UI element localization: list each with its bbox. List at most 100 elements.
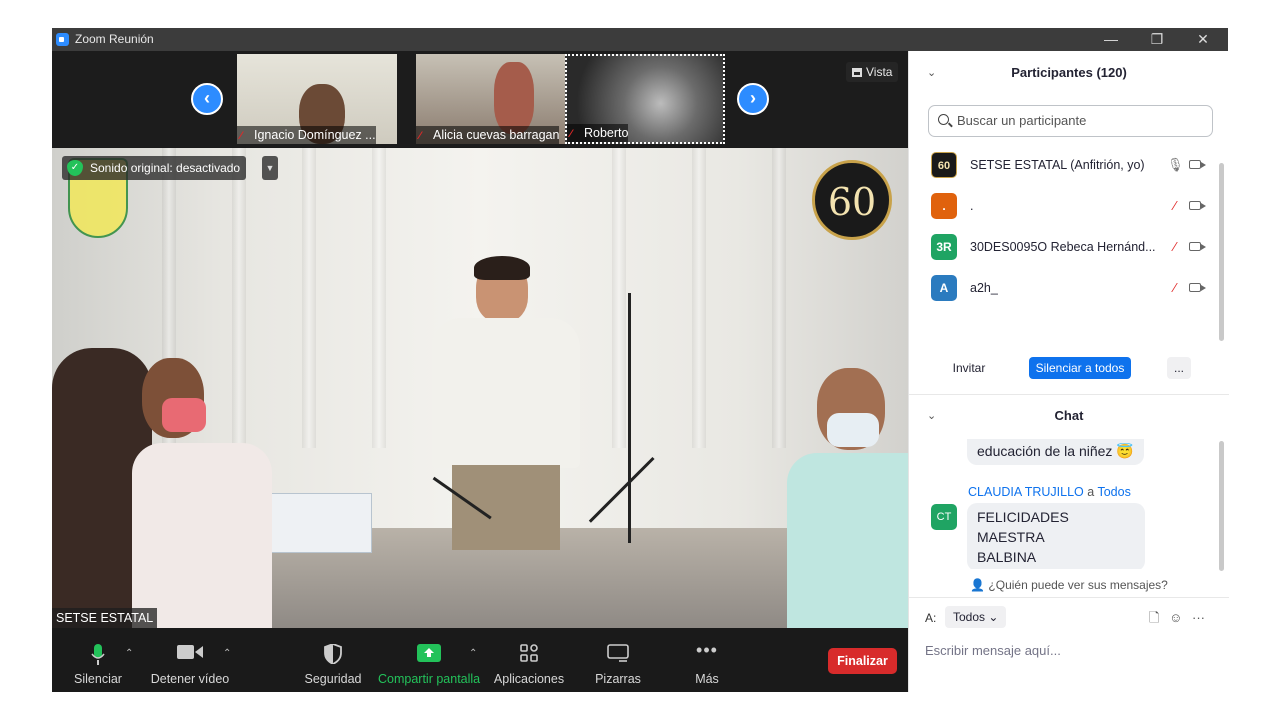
participant-list: 60 SETSE ESTATAL (Anfitrión, yo) 🎙 . . ⁄… [909,145,1219,309]
mute-button[interactable]: Silenciar [70,628,126,692]
thumbnail-name: ⁄ Ignacio Domínguez ... [237,126,376,144]
avatar: 60 [931,152,957,178]
video-camera-icon [177,645,203,659]
participant-name: SETSE ESTATAL (Anfitrión, yo) [970,158,1145,172]
invite-button[interactable]: Invitar [945,357,993,379]
mute-all-button[interactable]: Silenciar a todos [1029,357,1131,379]
view-button[interactable]: Vista [846,62,899,82]
thumbnail-strip: ‹ ⁄ Ignacio Domínguez ... ⁄ Alicia cuevas … [52,51,908,147]
window-title: Zoom Reunión [75,32,154,46]
recipient-dropdown[interactable]: Todos ⌄ [945,606,1007,628]
mic-muted-icon[interactable]: ⁄ [1167,198,1183,214]
prev-page-button[interactable]: ‹ [191,83,223,115]
restore-button[interactable]: ❐ [1134,28,1180,51]
mic-muted-icon[interactable]: ⁄ [1167,280,1183,296]
share-screen-icon [417,644,441,662]
participant-row[interactable]: A a2h_ ⁄ [909,268,1219,309]
speaker-name-label: SETSE ESTATAL [52,608,158,628]
chevron-down-icon[interactable]: ▼ [262,156,278,180]
whiteboard-icon [607,644,629,662]
end-meeting-button[interactable]: Finalizar [828,648,897,674]
mic-muted-icon: ⁄ [419,130,421,142]
video-camera-icon[interactable] [1189,283,1206,292]
chevron-left-icon: ‹ [204,88,210,108]
next-page-button[interactable]: › [737,83,769,115]
chat-sender: CLAUDIA TRUJILLO a Todos [968,485,1131,499]
thumbnail-name: ⁄ Alicia cuevas barragan [416,126,560,144]
video-area: ‹ ⁄ Ignacio Domínguez ... ⁄ Alicia cuevas … [52,51,908,692]
more-button[interactable]: ••• Más [682,628,732,692]
participant-row[interactable]: 60 SETSE ESTATAL (Anfitrión, yo) 🎙 [909,145,1219,186]
person [132,358,282,628]
video-camera-icon[interactable] [1189,242,1206,251]
shield-icon [324,644,342,664]
mic-muted-icon: ⁄ [240,130,242,142]
participant-name: 30DES0095O Rebeca Hernánd... [970,240,1156,254]
zoom-window: Zoom Reunión — ❐ ✕ ‹ ⁄ Ignacio Domínguez … [52,28,1229,692]
side-panel: ⌄ Participantes (120) Buscar un particip… [908,51,1229,692]
avatar: A [931,275,957,301]
video-thumbnail[interactable]: ⁄ Ignacio Domínguez ... [237,54,397,144]
participant-row[interactable]: 3R 30DES0095O Rebeca Hernánd... ⁄ [909,227,1219,268]
main-video: ✓ Sonido original: desactivado ▼ 60 SETS… [52,148,908,628]
video-thumbnail[interactable]: ⁄ Alicia cuevas barragan [416,54,576,144]
stop-video-button[interactable]: Detener vídeo [150,628,230,692]
avatar: 3R [931,234,957,260]
mic-muted-icon[interactable]: ⁄ [1167,239,1183,255]
video-options-caret[interactable]: ⌃ [223,648,231,659]
anniversary-logo: 60 [812,160,892,240]
chevron-down-icon[interactable]: ⌄ [927,53,936,93]
chat-header: ⌄ Chat [909,396,1229,436]
file-icon[interactable]: 🗋 [1149,610,1159,625]
gallery-view-icon [852,68,862,77]
divider [909,597,1229,598]
participants-header: ⌄ Participantes (120) [909,53,1229,93]
search-icon [938,114,949,125]
share-screen-button[interactable]: Compartir pantalla [378,628,480,692]
apps-icon [520,644,538,662]
microphone-icon [91,644,105,665]
apps-button[interactable]: Aplicaciones [492,628,566,692]
chat-message-input[interactable]: Escribir mensaje aquí... [925,643,1061,658]
original-sound-badge[interactable]: ✓ Sonido original: desactivado [62,156,247,180]
more-dots-icon[interactable]: ··· [1192,610,1205,625]
who-can-see-messages-link[interactable]: 👤 ¿Quién puede ver sus mensajes? [909,578,1229,592]
security-button[interactable]: Seguridad [300,628,366,692]
audio-options-caret[interactable]: ⌃ [125,648,133,659]
compose-tools: 🗋 ☺ ··· [1149,609,1205,631]
meeting-toolbar: Silenciar ⌃ Detener vídeo ⌃ Seguridad Co… [52,628,908,692]
participant-name: . [970,199,974,213]
user-icon: 👤 [970,578,986,592]
recipient-label: A: [925,611,937,625]
microphone-icon[interactable]: 🎙 [1167,157,1184,173]
share-options-caret[interactable]: ⌃ [469,648,477,659]
video-camera-icon[interactable] [1189,201,1206,210]
participants-scrollbar[interactable] [1219,163,1224,341]
video-thumbnail-active[interactable]: ⁄ Roberto [565,54,725,144]
chat-scrollbar[interactable] [1219,441,1224,571]
participants-more-button[interactable]: ... [1167,357,1191,379]
participant-row[interactable]: . . ⁄ [909,186,1219,227]
emoji-icon[interactable]: ☺ [1169,610,1182,625]
video-camera-icon[interactable] [1189,160,1206,169]
person [787,368,908,628]
divider [909,394,1229,395]
speaker-person [424,256,584,550]
zoom-app-icon [56,33,69,46]
shield-check-icon: ✓ [67,160,83,176]
chevron-down-icon[interactable]: ⌄ [927,396,936,436]
participant-name: a2h_ [970,281,998,295]
chat-messages: educación de la niñez 😇 CLAUDIA TRUJILLO… [909,439,1219,569]
chat-message: educación de la niñez 😇 [967,439,1144,465]
chat-message: FELICIDADES MAESTRA BALBINA [967,503,1145,569]
minimize-button[interactable]: — [1088,28,1134,51]
title-bar: Zoom Reunión — ❐ ✕ [52,28,1228,51]
thumbnail-name: ⁄ Roberto [567,124,629,142]
whiteboards-button[interactable]: Pizarras [588,628,648,692]
avatar: CT [931,504,957,530]
avatar: . [931,193,957,219]
chevron-down-icon: ⌄ [988,610,999,624]
participant-search-input[interactable]: Buscar un participante [928,105,1213,137]
close-button[interactable]: ✕ [1180,28,1226,51]
mic-muted-icon: ⁄ [570,128,572,140]
